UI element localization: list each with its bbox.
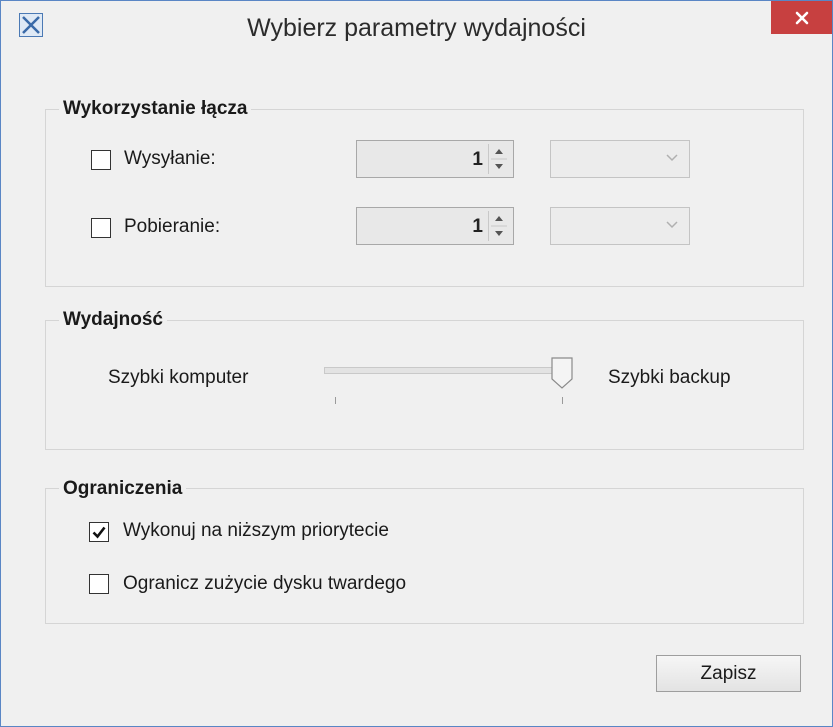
spinner-arrows-icon[interactable]	[488, 144, 509, 174]
upload-checkbox[interactable]	[91, 150, 111, 170]
low-priority-checkbox[interactable]	[89, 522, 109, 542]
close-button[interactable]	[771, 1, 832, 34]
bandwidth-group-title: Wykorzystanie łącza	[59, 98, 252, 120]
limits-group	[45, 488, 804, 624]
bandwidth-group	[45, 109, 804, 287]
limit-disk-checkbox[interactable]	[89, 574, 109, 594]
performance-slider-track[interactable]	[324, 367, 572, 374]
download-value: 1	[472, 216, 483, 237]
slider-tick-min	[335, 397, 336, 404]
slider-right-label: Szybki backup	[608, 367, 731, 388]
download-unit-dropdown[interactable]	[550, 207, 690, 245]
download-spinner[interactable]: 1	[356, 207, 514, 245]
download-label: Pobieranie:	[124, 216, 221, 237]
low-priority-label: Wykonuj na niższym priorytecie	[123, 520, 389, 541]
save-button[interactable]: Zapisz	[656, 655, 801, 692]
limit-disk-label: Ogranicz zużycie dysku twardego	[123, 573, 407, 594]
upload-label: Wysyłanie:	[124, 148, 216, 169]
chevron-down-icon	[666, 221, 678, 229]
limits-group-title: Ograniczenia	[59, 478, 187, 500]
checkmark-icon	[92, 526, 106, 539]
upload-value: 1	[472, 149, 483, 170]
upload-spinner[interactable]: 1	[356, 140, 514, 178]
window-title: Wybierz parametry wydajności	[247, 14, 586, 42]
dialog-window: Wybierz parametry wydajności Wykorzystan…	[0, 0, 833, 727]
performance-group-title: Wydajność	[59, 309, 167, 331]
upload-unit-dropdown[interactable]	[550, 140, 690, 178]
spinner-arrows-icon[interactable]	[488, 211, 509, 241]
slider-left-label: Szybki komputer	[108, 367, 249, 388]
download-checkbox[interactable]	[91, 218, 111, 238]
slider-tick-max	[562, 397, 563, 404]
title-bar[interactable]: Wybierz parametry wydajności	[1, 1, 832, 42]
performance-slider-thumb[interactable]	[550, 357, 574, 389]
close-icon	[795, 11, 808, 24]
chevron-down-icon	[666, 154, 678, 162]
